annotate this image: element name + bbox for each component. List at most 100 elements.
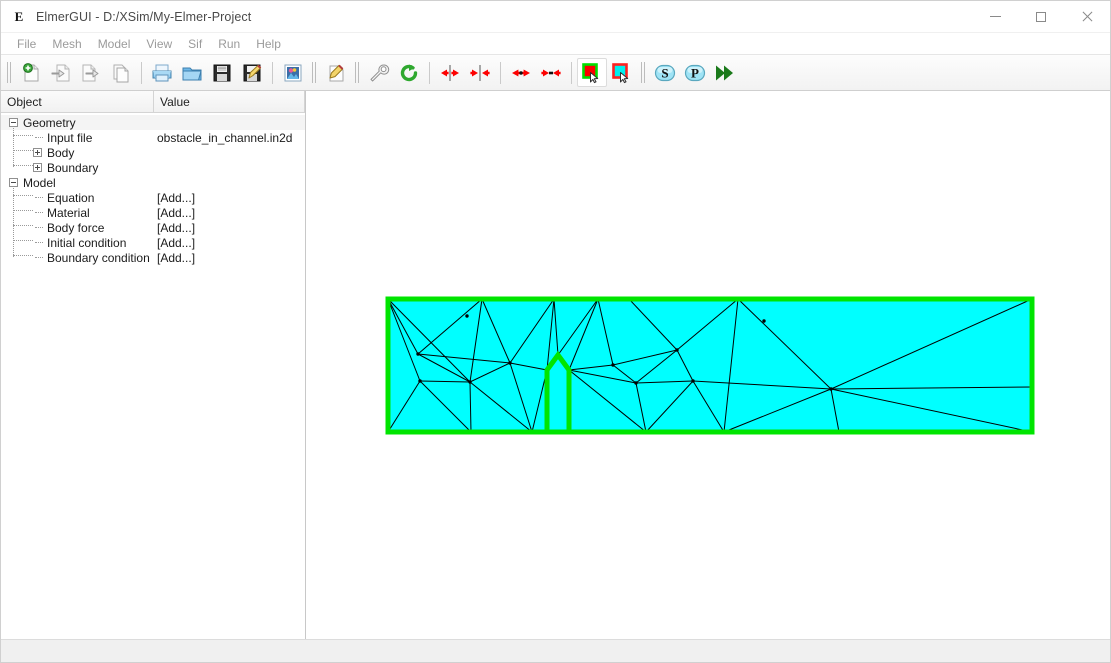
save-picture-button[interactable] xyxy=(278,58,308,87)
open-project-icon xyxy=(51,64,70,81)
remesh-button[interactable] xyxy=(394,58,424,87)
minimize-button[interactable] xyxy=(972,1,1018,32)
tree-branch-line xyxy=(35,212,43,214)
tree-branch-line xyxy=(35,257,43,259)
tree-row[interactable]: Body force [Add...] xyxy=(1,220,305,235)
tree-row[interactable]: Geometry xyxy=(1,115,305,130)
unify-surface-button[interactable] xyxy=(465,58,495,87)
tree-row[interactable]: Boundary xyxy=(1,160,305,175)
mesh-canvas[interactable] xyxy=(306,91,1110,639)
menu-bar: File Mesh Model View Sif Run Help xyxy=(1,33,1110,54)
tree-connector-line xyxy=(13,255,33,257)
tree-branch-line xyxy=(35,197,43,199)
toolbar-separator xyxy=(272,61,273,84)
tree-row[interactable]: Body xyxy=(1,145,305,160)
open-folder-button[interactable] xyxy=(177,58,207,87)
run-solver-button[interactable] xyxy=(710,58,740,87)
select-all-edges-button[interactable] xyxy=(607,58,637,87)
tree-row-value[interactable]: [Add...] xyxy=(157,236,195,250)
menu-view[interactable]: View xyxy=(138,35,180,53)
unify-edge-button[interactable] xyxy=(536,58,566,87)
print-button[interactable] xyxy=(147,58,177,87)
save-as-button[interactable] xyxy=(237,58,267,87)
status-bar xyxy=(1,639,1110,662)
main-body: Object Value Geometry Input file obstacle_… xyxy=(1,91,1110,639)
tree-row-label: Equation xyxy=(47,190,95,205)
tree-row[interactable]: Material [Add...] xyxy=(1,205,305,220)
object-tree-panel: Object Value Geometry Input file obstacle_… xyxy=(1,91,306,639)
tree-row[interactable]: Initial condition [Add...] xyxy=(1,235,305,250)
tree-row-value[interactable]: obstacle_in_channel.in2d xyxy=(157,131,292,145)
generate-sif-button[interactable]: S xyxy=(650,58,680,87)
tree-row-value[interactable]: [Add...] xyxy=(157,206,195,220)
postprocessor-icon: P xyxy=(684,64,706,81)
tree-row[interactable]: Boundary condition [Add...] xyxy=(1,250,305,265)
toolbar-separator xyxy=(429,61,430,84)
divide-edge-icon xyxy=(512,69,530,76)
toolbar-grip[interactable] xyxy=(310,61,319,84)
tree-row-value[interactable]: [Add...] xyxy=(157,221,195,235)
tree-connector-line xyxy=(13,128,15,167)
svg-text:S: S xyxy=(661,65,668,80)
tree-connector-line xyxy=(13,135,33,137)
toolbar-grip[interactable] xyxy=(639,61,648,84)
tree-row-value[interactable]: [Add...] xyxy=(157,251,195,265)
maximize-button[interactable] xyxy=(1018,1,1064,32)
mesh-viewport[interactable] xyxy=(306,91,1110,639)
tree-row-label: Boundary condition xyxy=(47,250,150,265)
menu-sif[interactable]: Sif xyxy=(180,35,210,53)
mesh-settings-button[interactable] xyxy=(364,58,394,87)
menu-file[interactable]: File xyxy=(9,35,44,53)
copy-page-icon xyxy=(113,64,129,82)
save-picture-icon xyxy=(284,64,302,81)
open-project-button[interactable] xyxy=(46,58,76,87)
tree-row-value[interactable]: [Add...] xyxy=(157,191,195,205)
save-project-icon xyxy=(82,64,99,81)
main-toolbar: S P xyxy=(1,54,1110,91)
close-button[interactable] xyxy=(1064,1,1110,32)
tree-expander-expanded-icon[interactable] xyxy=(9,178,18,187)
tree-row[interactable]: Model xyxy=(1,175,305,190)
select-all-surfaces-button[interactable] xyxy=(577,58,607,87)
column-header-value[interactable]: Value xyxy=(154,91,305,112)
tree-row[interactable]: Input file obstacle_in_channel.in2d xyxy=(1,130,305,145)
tree-branch-line xyxy=(35,137,43,139)
menu-run[interactable]: Run xyxy=(210,35,248,53)
new-project-button[interactable] xyxy=(16,58,46,87)
tree-expander-collapsed-icon[interactable] xyxy=(33,148,42,157)
toolbar-separator xyxy=(141,61,142,84)
svg-text:P: P xyxy=(691,65,699,80)
divide-surface-icon xyxy=(441,64,459,81)
toolbar-separator xyxy=(500,61,501,84)
tree-expander-expanded-icon[interactable] xyxy=(9,118,18,127)
window-controls xyxy=(972,1,1110,32)
divide-edge-button[interactable] xyxy=(506,58,536,87)
elmergui-window: E ElmerGUI - D:/XSim/My-Elmer-Project Fi… xyxy=(0,0,1111,663)
close-icon xyxy=(1082,11,1093,22)
tree-connector-line xyxy=(13,150,33,152)
menu-model[interactable]: Model xyxy=(90,35,139,53)
copy-page-button[interactable] xyxy=(106,58,136,87)
save-button[interactable] xyxy=(207,58,237,87)
save-floppy-icon xyxy=(213,64,231,81)
menu-help[interactable]: Help xyxy=(248,35,289,53)
tree-row[interactable]: Equation [Add...] xyxy=(1,190,305,205)
tree-row-label: Initial condition xyxy=(47,235,127,250)
app-logo-icon: E xyxy=(14,8,24,24)
tree-connector-line xyxy=(13,165,33,167)
save-project-button[interactable] xyxy=(76,58,106,87)
window-title: ElmerGUI - D:/XSim/My-Elmer-Project xyxy=(36,9,252,24)
column-header-object[interactable]: Object xyxy=(1,91,154,112)
tree-expander-collapsed-icon[interactable] xyxy=(33,163,42,172)
toolbar-grip[interactable] xyxy=(5,61,14,84)
toolbar-grip[interactable] xyxy=(353,61,362,84)
divide-surface-button[interactable] xyxy=(435,58,465,87)
menu-mesh[interactable]: Mesh xyxy=(44,35,89,53)
unify-edge-icon xyxy=(541,69,561,76)
minimize-icon xyxy=(989,16,1001,17)
edit-definitions-button[interactable] xyxy=(321,58,351,87)
tree-connector-line xyxy=(13,240,33,242)
postprocessor-button[interactable]: P xyxy=(680,58,710,87)
tree-branch-line xyxy=(35,242,43,244)
tree-connector-line xyxy=(13,210,33,212)
